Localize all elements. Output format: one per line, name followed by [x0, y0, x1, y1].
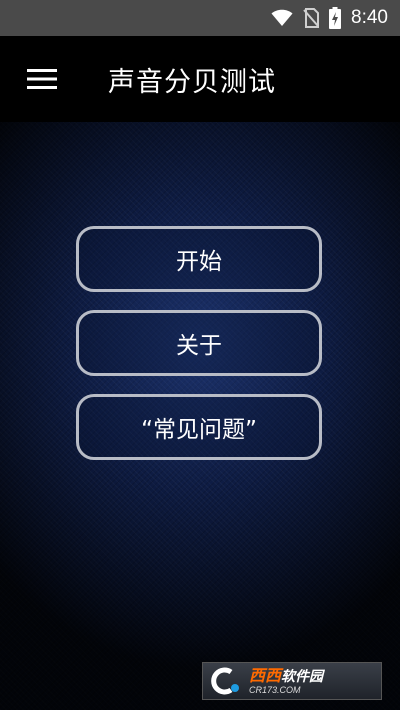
status-bar: 8:40 — [0, 0, 400, 36]
wifi-icon — [271, 9, 293, 27]
watermark-c-icon — [209, 666, 243, 696]
main-content: 开始 关于 “常见问题” 西西软件园 CR173.COM — [0, 122, 400, 710]
app-bar: 声音分贝测试 — [0, 36, 400, 122]
no-sim-icon — [303, 8, 320, 28]
about-button[interactable]: 关于 — [76, 310, 322, 376]
watermark-brand: 西西 — [249, 665, 282, 685]
app-title: 声音分贝测试 — [108, 66, 276, 98]
watermark-suffix: 软件园 — [281, 668, 324, 685]
menu-button[interactable] — [14, 51, 70, 107]
faq-button[interactable]: “常见问题” — [76, 394, 322, 460]
battery-charging-icon — [329, 7, 342, 29]
status-time: 8:40 — [351, 7, 388, 28]
watermark-logo: 西西软件园 CR173.COM — [202, 662, 382, 700]
hamburger-menu-icon — [27, 69, 57, 89]
watermark-url: CR173.COM — [249, 684, 301, 695]
start-button[interactable]: 开始 — [76, 226, 322, 292]
